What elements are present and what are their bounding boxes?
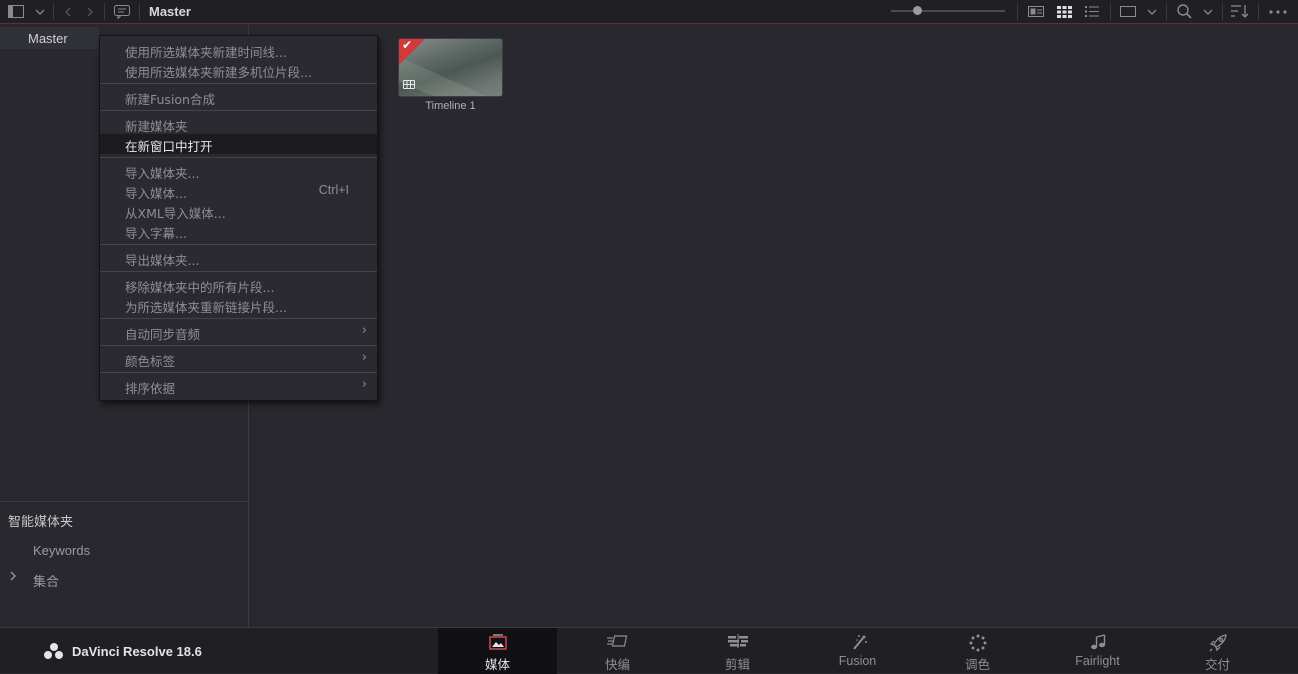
menu-divider bbox=[100, 110, 377, 111]
divider bbox=[0, 501, 249, 502]
menu-item-new-multicam[interactable]: 使用所选媒体夹新建多机位片段... bbox=[100, 60, 377, 80]
menu-item-auto-sync-audio[interactable]: 自动同步音频 › bbox=[100, 322, 377, 342]
menu-divider bbox=[100, 157, 377, 158]
clip-thumbnail[interactable]: ✔ bbox=[398, 38, 503, 97]
menu-divider bbox=[100, 372, 377, 373]
menu-item-import-xml[interactable]: 从XML导入媒体... bbox=[100, 201, 377, 221]
page-tab-label: 快编 bbox=[604, 658, 630, 672]
menu-item-new-fusion[interactable]: 新建Fusion合成 bbox=[100, 87, 377, 107]
divider bbox=[1222, 3, 1223, 20]
more-icon[interactable] bbox=[1266, 0, 1290, 23]
menu-divider bbox=[100, 345, 377, 346]
menu-item-new-bin[interactable]: 新建媒体夹 bbox=[100, 114, 377, 134]
page-tab-cut[interactable]: 快编 bbox=[558, 628, 677, 674]
page-tab-deliver[interactable]: 交付 bbox=[1158, 628, 1277, 674]
menu-divider bbox=[100, 83, 377, 84]
chevron-right-icon: › bbox=[361, 377, 367, 392]
divider bbox=[1258, 3, 1259, 20]
menu-item-relink-clips[interactable]: 为所选媒体夹重新链接片段... bbox=[100, 295, 377, 315]
davinci-logo-icon bbox=[44, 643, 64, 659]
smart-bins-title: 智能媒体夹 bbox=[8, 515, 74, 530]
smart-bin-collections[interactable]: 集合 bbox=[33, 571, 59, 590]
timeline-icon bbox=[403, 80, 415, 89]
page-tab-fairlight[interactable]: Fairlight bbox=[1038, 628, 1157, 674]
divider bbox=[1110, 3, 1111, 20]
fusion-page-icon bbox=[848, 634, 868, 652]
metadata-view-icon[interactable] bbox=[1026, 0, 1046, 23]
menu-item-import-subtitle[interactable]: 导入字幕... bbox=[100, 221, 377, 241]
metadata-icon[interactable] bbox=[112, 0, 132, 23]
top-toolbar: Master bbox=[0, 0, 1298, 24]
media-page-icon bbox=[488, 634, 507, 652]
menu-item-remove-clips[interactable]: 移除媒体夹中的所有片段... bbox=[100, 275, 377, 295]
color-page-icon bbox=[969, 634, 987, 652]
back-icon[interactable] bbox=[60, 0, 76, 23]
chevron-right-icon[interactable] bbox=[10, 570, 17, 585]
menu-item-label: 排序依据 bbox=[125, 381, 176, 396]
menu-item-import-bin[interactable]: 导入媒体夹... bbox=[100, 161, 377, 181]
thumbnail-view-icon[interactable] bbox=[1054, 0, 1074, 23]
menu-item-label: 颜色标签 bbox=[125, 354, 176, 369]
chevron-right-icon: › bbox=[361, 350, 367, 365]
page-tab-label: 剪辑 bbox=[724, 658, 750, 672]
page-tab-label: 交付 bbox=[1204, 658, 1230, 672]
divider bbox=[1166, 3, 1167, 20]
divider bbox=[1017, 3, 1018, 20]
edit-page-icon bbox=[727, 634, 749, 652]
page-navigation-bar: DaVinci Resolve 18.6 媒体 快编 剪辑 Fusion 调色 bbox=[0, 627, 1298, 674]
menu-item-color-tag[interactable]: 颜色标签 › bbox=[100, 349, 377, 369]
forward-icon[interactable] bbox=[82, 0, 98, 23]
page-tab-color[interactable]: 调色 bbox=[918, 628, 1037, 674]
menu-divider bbox=[100, 244, 377, 245]
fairlight-page-icon bbox=[1090, 634, 1106, 652]
chevron-down-icon[interactable] bbox=[32, 0, 48, 23]
menu-item-label: 自动同步音频 bbox=[125, 327, 201, 342]
master-bin[interactable]: Master bbox=[0, 27, 99, 49]
menu-divider bbox=[100, 271, 377, 272]
page-tab-label: Fairlight bbox=[1075, 654, 1120, 668]
sort-icon[interactable] bbox=[1230, 0, 1250, 23]
menu-item-new-timeline[interactable]: 使用所选媒体夹新建时间线... bbox=[100, 40, 377, 60]
menu-item-open-new-window[interactable]: 在新窗口中打开 bbox=[100, 134, 377, 154]
page-tab-fusion[interactable]: Fusion bbox=[798, 628, 917, 674]
brand-name: DaVinci Resolve 18.6 bbox=[72, 643, 202, 659]
menu-divider bbox=[100, 318, 377, 319]
list-view-icon[interactable] bbox=[1082, 0, 1102, 23]
page-tab-edit[interactable]: 剪辑 bbox=[678, 628, 797, 674]
chevron-down-icon[interactable] bbox=[1144, 0, 1160, 23]
chevron-down-icon[interactable] bbox=[1200, 0, 1216, 23]
zoom-slider-knob[interactable] bbox=[912, 6, 922, 15]
context-menu: 使用所选媒体夹新建时间线... 使用所选媒体夹新建多机位片段... 新建Fusi… bbox=[99, 35, 378, 401]
page-tab-media[interactable]: 媒体 bbox=[438, 628, 557, 674]
page-tab-label: Fusion bbox=[838, 654, 877, 668]
divider bbox=[53, 3, 54, 20]
deliver-page-icon bbox=[1209, 634, 1227, 652]
chevron-right-icon: › bbox=[361, 323, 367, 338]
smart-bin-keywords[interactable]: Keywords bbox=[33, 543, 90, 558]
menu-item-shortcut: Ctrl+I bbox=[318, 183, 349, 197]
zoom-slider[interactable] bbox=[891, 6, 1005, 15]
menu-item-label: 导入媒体... bbox=[125, 186, 187, 201]
menu-item-export-bin[interactable]: 导出媒体夹... bbox=[100, 248, 377, 268]
divider bbox=[139, 3, 140, 20]
cut-page-icon bbox=[606, 634, 629, 652]
clip-name[interactable]: Timeline 1 bbox=[398, 100, 503, 112]
viewer-icon[interactable] bbox=[1118, 0, 1138, 23]
page-title: Master bbox=[149, 4, 191, 19]
panel-toggle-icon[interactable] bbox=[6, 0, 26, 23]
brand: DaVinci Resolve 18.6 bbox=[44, 643, 202, 659]
check-icon: ✔ bbox=[402, 38, 413, 52]
menu-item-sort-by[interactable]: 排序依据 › bbox=[100, 376, 377, 396]
divider bbox=[104, 3, 105, 20]
page-tab-label: 调色 bbox=[964, 658, 990, 672]
search-icon[interactable] bbox=[1174, 0, 1194, 23]
page-tab-label: 媒体 bbox=[484, 658, 510, 672]
menu-item-import-media[interactable]: 导入媒体... Ctrl+I bbox=[100, 181, 377, 201]
